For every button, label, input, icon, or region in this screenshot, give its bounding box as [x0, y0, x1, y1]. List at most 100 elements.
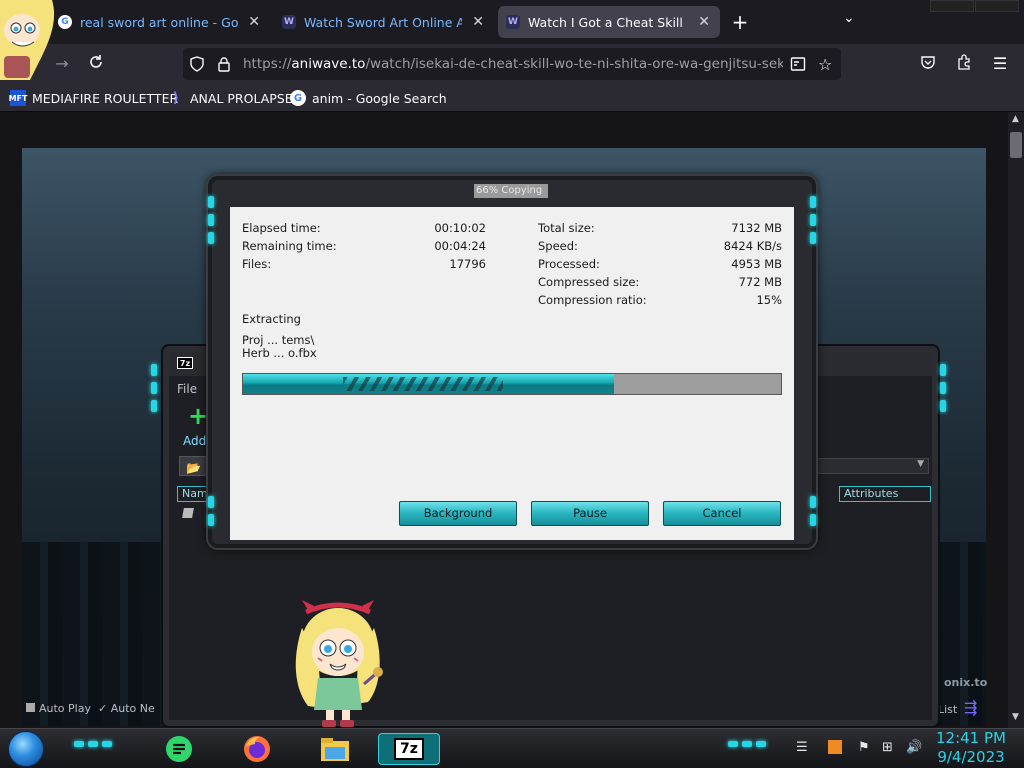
new-tab-button[interactable]: +	[728, 8, 752, 36]
processed-label: Processed:	[538, 257, 600, 271]
close-window-button[interactable]	[975, 0, 1019, 12]
bookmark-anim-google[interactable]: G anim - Google Search	[290, 90, 447, 106]
notes-icon	[166, 736, 192, 762]
mascot-star-character	[295, 600, 383, 727]
pause-button[interactable]: Pause	[531, 501, 649, 526]
elapsed-time-label: Elapsed time:	[242, 221, 321, 235]
page-scrollbar[interactable]	[1008, 112, 1024, 728]
status-text: Extracting	[242, 312, 301, 326]
folder-up-icon[interactable]: 📂	[179, 456, 209, 476]
share-icon[interactable]: ⇶	[964, 698, 977, 717]
background-button[interactable]: Background	[399, 501, 517, 526]
scrollbar-thumb[interactable]	[1010, 132, 1022, 158]
speed-value: 8424 KB/s	[723, 239, 782, 253]
action-center-flag-icon[interactable]: ⚑	[858, 740, 870, 755]
tab-list-button[interactable]: ⌄	[843, 10, 855, 26]
scroll-down-icon[interactable]: ▼	[1012, 712, 1019, 722]
tray-overflow-icon[interactable]: ☰	[796, 740, 808, 755]
clock-date: 9/4/2023	[937, 748, 1005, 766]
taskbar-files-app[interactable]	[318, 733, 352, 765]
network-icon[interactable]: ⊞	[882, 740, 893, 755]
sevenzip-logo: 7z	[177, 357, 193, 369]
tab-sword-art-online[interactable]: W Watch Sword Art Online Anime Online ✕	[274, 6, 494, 38]
accent-light	[208, 214, 214, 226]
dialog-title[interactable]: 66% Copying	[474, 184, 548, 198]
compressed-size-value: 772 MB	[738, 275, 782, 289]
pocket-icon[interactable]	[918, 54, 938, 74]
accent-light	[810, 196, 816, 208]
url-text[interactable]: https://aniwave.to/watch/isekai-de-cheat…	[243, 56, 783, 72]
google-icon: G	[290, 90, 306, 106]
cancel-button[interactable]: Cancel	[663, 501, 781, 526]
bookmark-mediafire[interactable]: MFT MEDIAFIRE ROULETTER	[9, 90, 178, 106]
start-button[interactable]	[8, 731, 44, 767]
watermark: onix.to	[944, 676, 988, 689]
shield-icon[interactable]	[190, 56, 204, 76]
menu-icon[interactable]: ☰	[990, 54, 1010, 74]
total-size-value: 7132 MB	[731, 221, 782, 235]
files-icon	[321, 738, 349, 761]
chevron-icon: ⟩	[172, 90, 180, 106]
accent-light	[940, 400, 946, 412]
accent-light	[728, 741, 738, 747]
compression-ratio-label: Compression ratio:	[538, 293, 647, 307]
tab-bar: G real sword art online - Google Search …	[0, 0, 1024, 44]
tab-title: Watch I Got a Cheat Skill in Another Wor…	[528, 14, 688, 30]
processed-value: 4953 MB	[731, 257, 782, 271]
progress-bar	[242, 373, 782, 395]
compressed-size-label: Compressed size:	[538, 275, 640, 289]
star-icon[interactable]: ☆	[818, 55, 832, 74]
navigation-bar: → https://aniwave.to/watch/isekai-de-che…	[0, 44, 1024, 84]
taskbar-firefox-app[interactable]	[240, 733, 274, 765]
google-icon: G	[58, 15, 72, 29]
tab-title: Watch Sword Art Online Anime Online	[304, 14, 463, 30]
taskbar: 7z ☰ ⚑ ⊞ 🔊 12:41 PM 9/4/2023	[0, 728, 1024, 768]
total-size-label: Total size:	[538, 221, 595, 235]
volume-icon[interactable]: 🔊	[906, 740, 922, 755]
elapsed-time-value: 00:10:02	[434, 221, 486, 235]
list-link[interactable]: List	[938, 703, 957, 716]
reload-icon[interactable]	[86, 54, 106, 74]
remaining-time-value: 00:04:24	[434, 239, 486, 253]
minimize-button[interactable]	[930, 0, 974, 12]
tab-cheat-skill[interactable]: W Watch I Got a Cheat Skill in Another W…	[498, 6, 720, 38]
path-dropdown[interactable]: ▼	[809, 458, 929, 474]
bookmark-anal-prolapse[interactable]: ⟩ ANAL PROLAPSE	[168, 90, 293, 106]
accent-light	[810, 214, 816, 226]
scroll-up-icon[interactable]: ▲	[1012, 114, 1019, 124]
close-icon[interactable]: ✕	[248, 14, 260, 30]
tray-app-icon[interactable]	[828, 740, 842, 758]
remaining-time-label: Remaining time:	[242, 239, 337, 253]
taskbar-7z-app[interactable]: 7z	[378, 733, 440, 765]
reader-view-icon[interactable]	[790, 56, 806, 76]
add-button[interactable]: Add	[183, 434, 206, 448]
clock-time: 12:41 PM	[936, 729, 1006, 747]
system-clock[interactable]: 12:41 PM 9/4/2023	[930, 729, 1012, 767]
progress-dialog: Elapsed time: 00:10:02 Remaining time: 0…	[230, 207, 794, 540]
mediafire-icon: MFT	[9, 90, 27, 106]
close-icon[interactable]: ✕	[698, 14, 710, 30]
extensions-icon[interactable]	[954, 54, 974, 74]
menu-file[interactable]: File	[177, 382, 197, 396]
accent-light	[88, 741, 98, 747]
auto-play-toggle[interactable]: Auto Play	[26, 702, 91, 715]
accent-light	[74, 741, 84, 747]
check-icon: ✓	[98, 702, 111, 715]
accent-light	[810, 496, 816, 508]
close-icon[interactable]: ✕	[472, 14, 484, 30]
accent-light	[742, 741, 752, 747]
auto-next-toggle[interactable]: ✓ Auto Ne	[98, 702, 155, 715]
accent-light	[940, 364, 946, 376]
address-bar[interactable]: https://aniwave.to/watch/isekai-de-cheat…	[183, 48, 841, 80]
aniwave-icon: W	[506, 15, 520, 29]
accent-light	[102, 741, 112, 747]
lock-icon[interactable]	[217, 56, 231, 76]
compression-ratio-value: 15%	[756, 293, 782, 307]
aniwave-icon: W	[282, 15, 296, 29]
tab-google-search[interactable]: G real sword art online - Google Search …	[50, 6, 270, 38]
column-attributes[interactable]: Attributes	[839, 486, 931, 502]
taskbar-notes-app[interactable]	[162, 733, 196, 765]
accent-light	[208, 232, 214, 244]
accent-light	[151, 382, 157, 394]
accent-light	[756, 741, 766, 747]
